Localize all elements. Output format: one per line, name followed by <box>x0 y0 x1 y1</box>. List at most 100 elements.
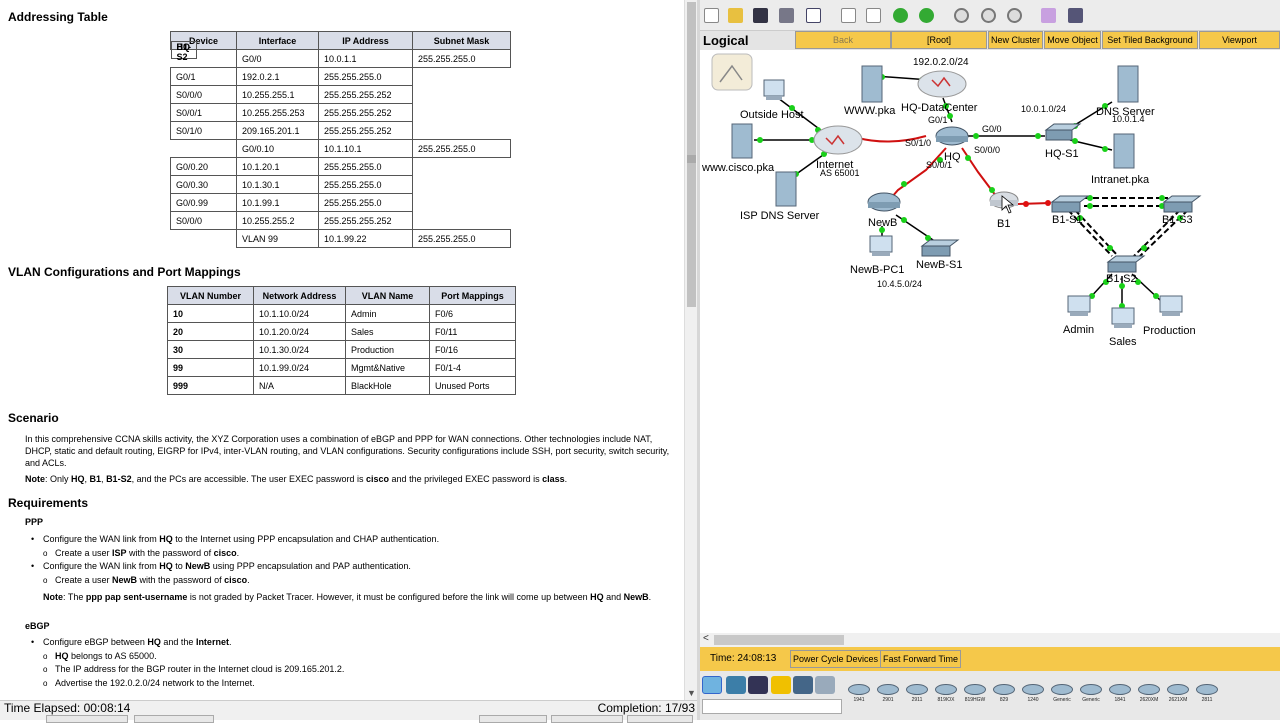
table-cell: 10 <box>167 304 254 323</box>
table-cell: VLAN 99 <box>236 229 319 248</box>
network-devices-category-icon[interactable] <box>702 676 722 694</box>
open-folder-icon[interactable] <box>728 8 743 23</box>
router-model-icon[interactable]: 2621XM <box>1165 680 1191 704</box>
paste-icon[interactable] <box>866 8 881 23</box>
print-icon[interactable] <box>779 8 794 23</box>
table-cell: 99 <box>167 358 254 377</box>
dns-server[interactable] <box>1117 65 1139 103</box>
isp-dns-server[interactable] <box>775 171 797 207</box>
redo-icon[interactable] <box>919 8 934 23</box>
www-pka-server[interactable] <box>861 65 883 103</box>
table-row: G0/1 192.0.2.1 255.255.255.0 <box>170 67 511 86</box>
router-model-icon[interactable]: 819IOX <box>933 680 959 704</box>
router-icon <box>1051 684 1073 695</box>
router-model-icon[interactable]: 829 <box>991 680 1017 704</box>
table-cell: 255.255.255.0 <box>318 175 413 194</box>
table-row: 20 10.1.20.0/24 Sales F0/11 <box>167 322 516 341</box>
router-model-icon[interactable]: 2811 <box>1194 680 1220 704</box>
outside-host-pc[interactable] <box>763 79 785 100</box>
sales-pc[interactable] <box>1111 307 1135 328</box>
b1-s2-switch[interactable] <box>1106 255 1146 273</box>
router-model-label: 2911 <box>911 697 923 703</box>
activity-wizard-icon[interactable] <box>806 8 821 23</box>
router-model-icon[interactable]: 1240 <box>1020 680 1046 704</box>
intranet-pka-server[interactable] <box>1113 133 1135 169</box>
custom-device-icon[interactable] <box>1068 8 1083 23</box>
table-cell: 255.255.255.252 <box>318 121 413 140</box>
instructions-scrollbar[interactable]: ▼ <box>684 0 697 700</box>
scrollbar-thumb[interactable] <box>714 635 844 645</box>
zoom-reset-icon[interactable] <box>981 8 996 23</box>
newb-pc1[interactable] <box>869 235 893 256</box>
production-pc[interactable] <box>1159 295 1183 316</box>
viewport-button[interactable]: Viewport <box>1199 31 1280 49</box>
zoom-in-icon[interactable] <box>954 8 969 23</box>
cluster-icon[interactable] <box>711 53 753 91</box>
router-model-icon[interactable]: 2901 <box>875 680 901 704</box>
router-model-icon[interactable]: 2620XM <box>1136 680 1162 704</box>
table-row: HQ G0/0 10.0.1.1 255.255.255.0 <box>170 40 511 68</box>
table-cell: 10.1.30.1 <box>236 175 319 194</box>
canvas-horizontal-scrollbar[interactable]: < <box>700 633 1280 647</box>
misc-category-icon[interactable] <box>793 676 813 694</box>
router-model-icon[interactable]: Generic <box>1078 680 1104 704</box>
new-cluster-button[interactable]: New Cluster <box>988 31 1043 49</box>
device-cell: B1-S2 <box>170 40 197 62</box>
list-item: The IP address for the BGP router in the… <box>25 663 665 677</box>
fast-forward-time-button[interactable]: Fast Forward Time <box>880 650 962 668</box>
table-cell: S0/0/1 <box>170 103 237 122</box>
router-icon <box>877 684 899 695</box>
components-category-icon[interactable] <box>748 676 768 694</box>
router-model-label: 1240 <box>1027 697 1039 703</box>
table-header: Network Address <box>253 286 346 305</box>
router-model-label: Generic <box>1082 697 1100 703</box>
topology-diagram: 192.0.2.0/24 WWW.pka HQ-DataCenter Outsi… <box>701 53 1202 348</box>
device-search-input[interactable] <box>702 699 842 714</box>
copy-icon[interactable] <box>841 8 856 23</box>
multiuser-category-icon[interactable] <box>815 676 835 694</box>
set-tiled-background-button[interactable]: Set Tiled Background <box>1102 31 1198 49</box>
router-model-icon[interactable]: 1841 <box>1107 680 1133 704</box>
hq-datacenter-cloud[interactable] <box>917 70 967 98</box>
zoom-out-icon[interactable] <box>1007 8 1022 23</box>
topology-canvas[interactable]: 192.0.2.0/24 WWW.pka HQ-DataCenter Outsi… <box>700 50 1280 633</box>
previous-page-button[interactable] <box>551 715 623 723</box>
table-cell: F0/6 <box>429 304 516 323</box>
www-cisco-pka-server[interactable] <box>731 123 753 159</box>
back-button[interactable]: Back <box>795 31 891 49</box>
move-object-button[interactable]: Move Object <box>1044 31 1101 49</box>
router-model-icon[interactable]: 1941 <box>846 680 872 704</box>
logical-workspace-label: Logical <box>703 33 749 48</box>
scroll-down-icon[interactable]: ▼ <box>687 688 696 698</box>
hq-s1-switch[interactable] <box>1044 123 1082 141</box>
next-page-button[interactable] <box>627 715 693 723</box>
table-cell: Admin <box>345 304 430 323</box>
connections-category-icon[interactable] <box>771 676 791 694</box>
table-cell: 255.255.255.252 <box>318 211 413 230</box>
reset-activity-button[interactable] <box>134 715 214 723</box>
end-devices-category-icon[interactable] <box>726 676 746 694</box>
newb-router[interactable] <box>867 192 901 212</box>
newb-s1-switch[interactable] <box>920 239 960 257</box>
root-button[interactable]: [Root] <box>891 31 987 49</box>
b1-s1-switch[interactable] <box>1050 195 1090 213</box>
internet-cloud[interactable] <box>813 125 863 155</box>
table-cell: 10.1.10.0/24 <box>253 304 346 323</box>
b1-s3-switch[interactable] <box>1162 195 1202 213</box>
save-icon[interactable] <box>753 8 768 23</box>
power-cycle-devices-button[interactable]: Power Cycle Devices <box>790 650 882 668</box>
router-model-label: Generic <box>1053 697 1071 703</box>
check-results-button[interactable] <box>46 715 128 723</box>
palette-icon[interactable] <box>1041 8 1056 23</box>
router-model-icon[interactable]: 2911 <box>904 680 930 704</box>
admin-pc[interactable] <box>1067 295 1091 316</box>
top-button[interactable] <box>479 715 547 723</box>
router-model-icon[interactable]: Generic <box>1049 680 1075 704</box>
router-model-icon[interactable]: 819HGW <box>962 680 988 704</box>
table-cell: S0/0/0 <box>170 85 237 104</box>
scroll-left-icon[interactable]: < <box>703 633 709 644</box>
table-cell: 10.0.1.1 <box>318 49 413 68</box>
new-file-icon[interactable] <box>704 8 719 23</box>
undo-icon[interactable] <box>893 8 908 23</box>
hq-router[interactable] <box>935 126 969 146</box>
